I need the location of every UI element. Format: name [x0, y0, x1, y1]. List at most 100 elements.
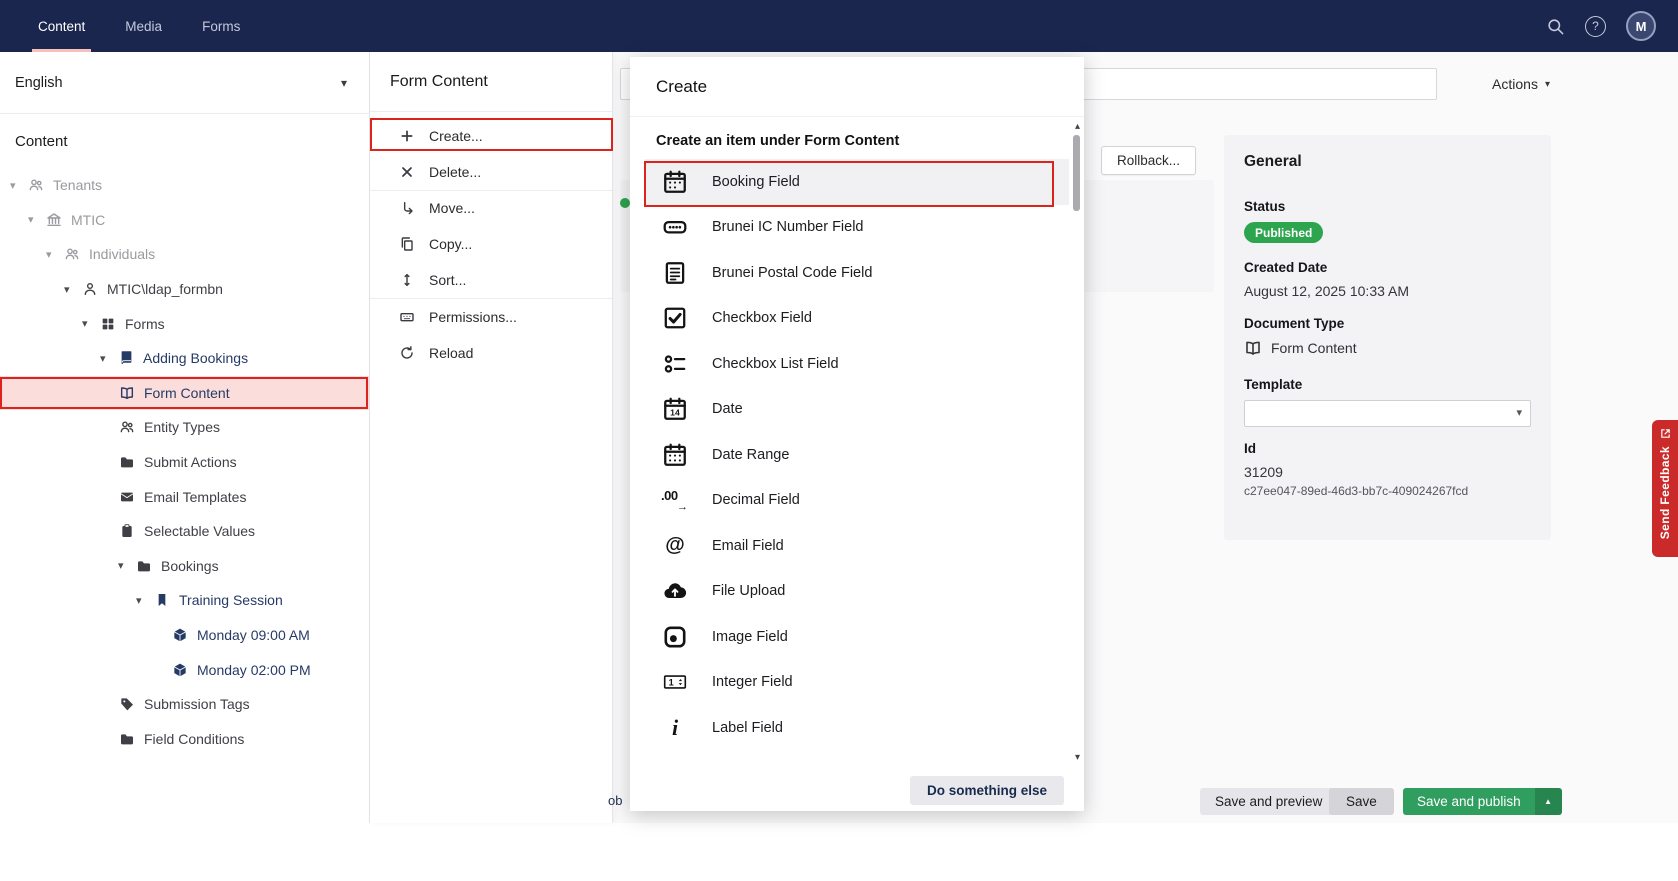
menu-item-sort[interactable]: Sort...: [370, 262, 612, 298]
users-icon: [118, 419, 135, 436]
tree-item-training-session[interactable]: ▾ Training Session: [0, 583, 369, 618]
tree-item-submission-tags[interactable]: Submission Tags: [0, 687, 369, 722]
scroll-down-icon[interactable]: ▾: [1075, 752, 1080, 763]
open-book-icon: [1244, 339, 1262, 357]
dialog-item-file-upload[interactable]: File Upload: [630, 569, 1084, 615]
tab-forms[interactable]: Forms: [182, 0, 260, 52]
menu-item-label: Permissions...: [429, 309, 517, 325]
move-arrow-icon: [398, 200, 415, 217]
dialog-item-label: Email Field: [712, 538, 784, 554]
caret-down-icon[interactable]: ▾: [82, 317, 99, 330]
save-and-preview-button[interactable]: Save and preview: [1200, 788, 1337, 815]
tree-item-mtic[interactable]: ▾ MTIC: [0, 203, 369, 238]
rollback-button[interactable]: Rollback...: [1101, 146, 1196, 175]
dialog-item-image[interactable]: Image Field: [630, 614, 1084, 660]
dialog-item-checkbox-list[interactable]: Checkbox List Field: [630, 341, 1084, 387]
tree-item-label: MTIC\ldap_formbn: [107, 281, 223, 297]
general-info-panel: General Status Published Created Date Au…: [1224, 135, 1551, 540]
tree-item-email-templates[interactable]: Email Templates: [0, 479, 369, 514]
envelope-icon: [118, 488, 135, 505]
caret-down-icon[interactable]: ▾: [28, 213, 45, 226]
folder-icon: [118, 730, 135, 747]
tree-item-label: Forms: [125, 316, 165, 332]
dialog-item-label: Checkbox Field: [712, 310, 812, 326]
tree-item-forms[interactable]: ▾ Forms: [0, 306, 369, 341]
tree-item-label: Entity Types: [144, 419, 220, 435]
dialog-item-label-field[interactable]: i Label Field: [630, 705, 1084, 751]
tree-item-ldap-formbn[interactable]: ▾ MTIC\ldap_formbn: [0, 272, 369, 307]
template-select[interactable]: ▾: [1244, 400, 1531, 427]
book-icon: [117, 350, 134, 367]
menu-item-copy[interactable]: Copy...: [370, 226, 612, 262]
app-root: Content Media Forms ? M English ▾ Conten…: [0, 0, 1678, 881]
dialog-item-label: Decimal Field: [712, 492, 800, 508]
tree-item-label: Form Content: [144, 385, 230, 401]
dialog-item-brunei-postal[interactable]: Brunei Postal Code Field: [630, 250, 1084, 296]
dialog-item-booking-field[interactable]: Booking Field: [645, 159, 1069, 205]
tree-item-submit-actions[interactable]: Submit Actions: [0, 445, 369, 480]
tree-item-individuals[interactable]: ▾ Individuals: [0, 237, 369, 272]
save-and-publish-button[interactable]: Save and publish: [1403, 788, 1535, 815]
sort-arrows-icon: [398, 272, 415, 289]
document-type-value: Form Content: [1271, 340, 1357, 356]
tree-item-selectable-values[interactable]: Selectable Values: [0, 514, 369, 549]
tab-media-label: Media: [125, 19, 162, 34]
partial-item-icon: [660, 758, 690, 769]
plus-icon: [398, 127, 415, 144]
dialog-item-date[interactable]: 14 Date: [630, 387, 1084, 433]
dialog-scrollbar-thumb[interactable]: [1073, 135, 1080, 211]
tree-item-tenants[interactable]: ▾ Tenants: [0, 168, 369, 203]
avatar[interactable]: M: [1626, 11, 1656, 41]
save-button[interactable]: Save: [1329, 788, 1394, 815]
menu-item-create[interactable]: Create...: [370, 118, 612, 154]
help-icon[interactable]: ?: [1585, 16, 1606, 37]
decimal-icon: .00→: [660, 485, 690, 515]
dialog-item-partial[interactable]: [630, 751, 1084, 770]
tab-content[interactable]: Content: [18, 0, 105, 52]
tree-item-label: Monday 09:00 AM: [197, 627, 310, 643]
breadcrumb-fragment[interactable]: ob: [608, 793, 622, 808]
search-icon[interactable]: [1546, 17, 1565, 36]
tag-icon: [118, 696, 135, 713]
caret-down-icon[interactable]: ▾: [136, 594, 153, 607]
caret-down-icon[interactable]: ▾: [46, 248, 63, 261]
language-selector[interactable]: English ▾: [0, 52, 369, 114]
checkbox-list-icon: [660, 349, 690, 379]
dialog-item-email[interactable]: @ Email Field: [630, 523, 1084, 569]
tree-item-monday-0900[interactable]: Monday 09:00 AM: [0, 618, 369, 653]
scroll-up-icon[interactable]: ▴: [1075, 121, 1080, 132]
actions-button-label: Actions: [1492, 76, 1538, 92]
dialog-item-date-range[interactable]: Date Range: [630, 432, 1084, 478]
do-something-else-button[interactable]: Do something else: [910, 776, 1064, 805]
svg-text:1: 1: [669, 678, 674, 688]
folder-icon: [118, 454, 135, 471]
menu-item-permissions[interactable]: Permissions...: [370, 299, 612, 335]
caret-down-icon[interactable]: ▾: [118, 559, 135, 572]
tree-item-adding-bookings[interactable]: ▾ Adding Bookings: [0, 341, 369, 376]
dialog-item-brunei-ic[interactable]: Brunei IC Number Field: [630, 205, 1084, 251]
tree-item-bookings[interactable]: ▾ Bookings: [0, 549, 369, 584]
dialog-item-checkbox-field[interactable]: Checkbox Field: [630, 296, 1084, 342]
content-tree-panel: English ▾ Content ▾ Tenants ▾ MTIC ▾ Ind…: [0, 52, 370, 823]
publish-options-caret-button[interactable]: ▲: [1535, 788, 1562, 815]
menu-item-move[interactable]: Move...: [370, 191, 612, 227]
dialog-item-label: Checkbox List Field: [712, 356, 839, 372]
dialog-item-integer[interactable]: 1 Integer Field: [630, 660, 1084, 706]
caret-down-icon[interactable]: ▾: [64, 283, 81, 296]
tree-item-form-content[interactable]: Form Content: [0, 376, 369, 411]
id-label: Id: [1244, 441, 1531, 456]
caret-down-icon[interactable]: ▾: [10, 179, 27, 192]
tree-item-monday-0200[interactable]: Monday 02:00 PM: [0, 652, 369, 687]
tree-item-field-conditions[interactable]: Field Conditions: [0, 722, 369, 757]
actions-button[interactable]: Actions ▾: [1492, 76, 1550, 92]
chevron-down-icon: ▾: [1545, 79, 1550, 90]
status-badge: Published: [1244, 222, 1323, 243]
menu-item-reload[interactable]: Reload: [370, 335, 612, 371]
caret-down-icon[interactable]: ▾: [100, 352, 117, 365]
tree-item-entity-types[interactable]: Entity Types: [0, 410, 369, 445]
tab-media[interactable]: Media: [105, 0, 182, 52]
dialog-item-label: Date: [712, 401, 743, 417]
dialog-item-decimal[interactable]: .00→ Decimal Field: [630, 478, 1084, 524]
menu-item-delete[interactable]: Delete...: [370, 154, 612, 190]
send-feedback-tab[interactable]: Send Feedback: [1652, 420, 1678, 557]
